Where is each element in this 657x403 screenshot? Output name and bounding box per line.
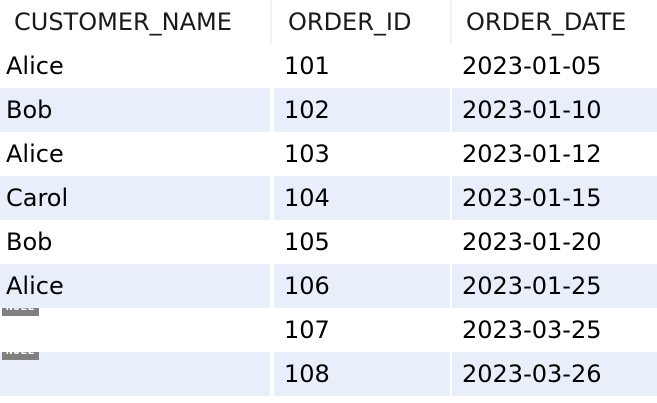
column-header-customer-name[interactable]: CUSTOMER_NAME (0, 0, 272, 44)
cell-order-id[interactable]: 103 (274, 132, 452, 176)
table-row[interactable]: Alice 101 2023-01-05 (0, 44, 657, 88)
null-badge: NULL (2, 352, 39, 360)
cell-customer-name[interactable]: NULL (0, 308, 272, 352)
cell-order-id[interactable]: 108 (274, 352, 452, 396)
column-header-order-id[interactable]: ORDER_ID (274, 0, 452, 44)
table-row[interactable]: Carol 104 2023-01-15 (0, 176, 657, 220)
cell-order-date[interactable]: 2023-01-12 (452, 132, 657, 176)
cell-customer-name[interactable]: Carol (0, 176, 272, 220)
cell-customer-name[interactable]: NULL (0, 352, 272, 396)
grid-header: CUSTOMER_NAME ORDER_ID ORDER_DATE (0, 0, 657, 44)
cell-order-date[interactable]: 2023-01-20 (452, 220, 657, 264)
table-row[interactable]: Bob 105 2023-01-20 (0, 220, 657, 264)
cell-order-id[interactable]: 106 (274, 264, 452, 308)
cell-order-date[interactable]: 2023-01-15 (452, 176, 657, 220)
cell-customer-name[interactable]: Alice (0, 44, 272, 88)
cell-order-id[interactable]: 105 (274, 220, 452, 264)
cell-order-date[interactable]: 2023-01-10 (452, 88, 657, 132)
table-row[interactable]: NULL 108 2023-03-26 (0, 352, 657, 396)
cell-order-id[interactable]: 104 (274, 176, 452, 220)
cell-order-id[interactable]: 102 (274, 88, 452, 132)
cell-customer-name[interactable]: Bob (0, 220, 272, 264)
table-row[interactable]: NULL 107 2023-03-25 (0, 308, 657, 352)
table-row[interactable]: Bob 102 2023-01-10 (0, 88, 657, 132)
cell-order-id[interactable]: 101 (274, 44, 452, 88)
table-row[interactable]: Alice 106 2023-01-25 (0, 264, 657, 308)
cell-order-date[interactable]: 2023-01-05 (452, 44, 657, 88)
cell-order-date[interactable]: 2023-03-25 (452, 308, 657, 352)
cell-customer-name[interactable]: Alice (0, 264, 272, 308)
result-grid: CUSTOMER_NAME ORDER_ID ORDER_DATE Alice … (0, 0, 657, 403)
cell-order-id[interactable]: 107 (274, 308, 452, 352)
cell-order-date[interactable]: 2023-01-25 (452, 264, 657, 308)
table-row[interactable]: Alice 103 2023-01-12 (0, 132, 657, 176)
column-header-order-date[interactable]: ORDER_DATE (452, 0, 657, 44)
cell-customer-name[interactable]: Alice (0, 132, 272, 176)
null-badge: NULL (2, 308, 39, 316)
cell-order-date[interactable]: 2023-03-26 (452, 352, 657, 396)
cell-customer-name[interactable]: Bob (0, 88, 272, 132)
